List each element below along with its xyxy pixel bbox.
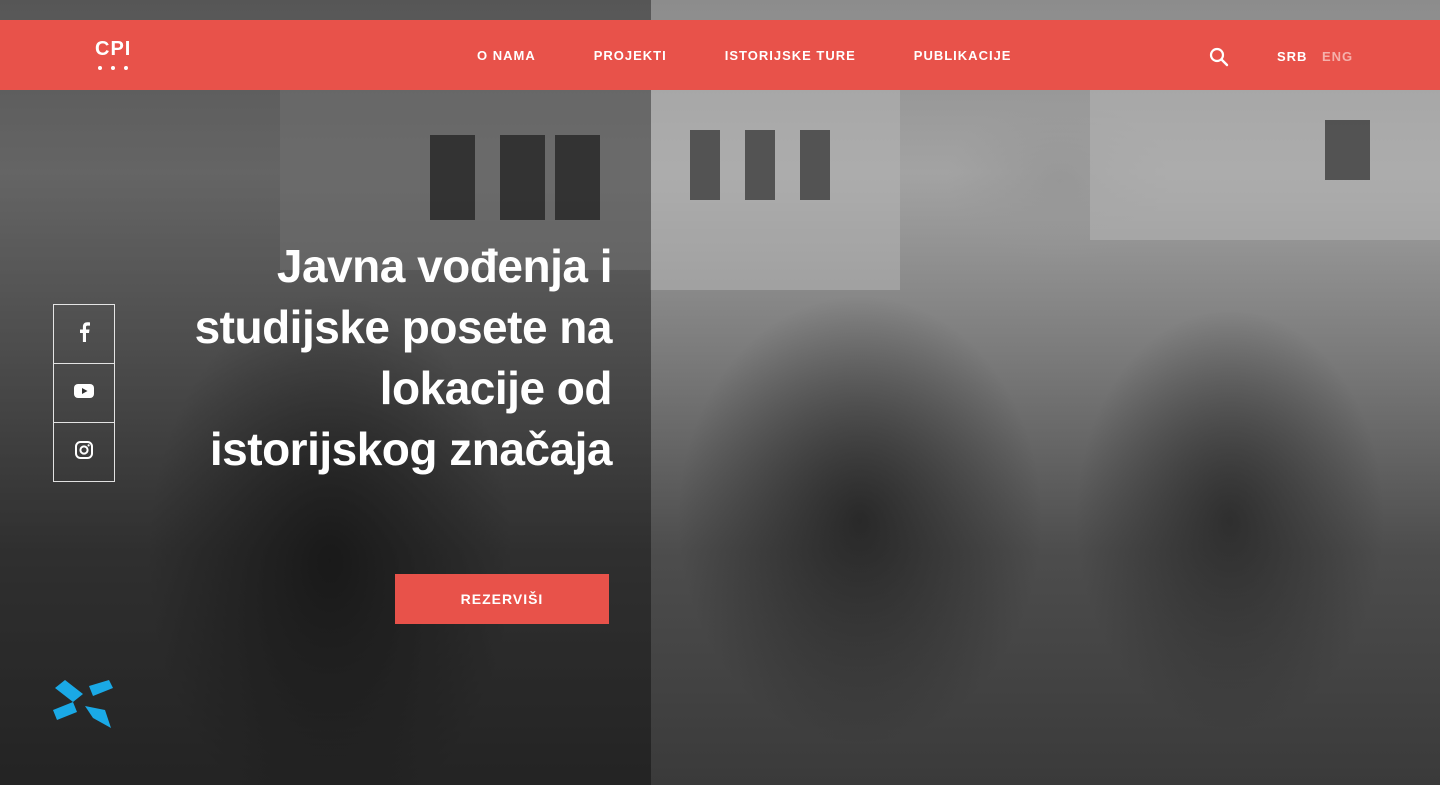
- nav-item-publikacije[interactable]: PUBLIKACIJE: [914, 48, 1012, 63]
- site-header: CPI O NAMA PROJEKTI ISTORIJSKE TURE PUBL…: [0, 20, 1440, 90]
- youtube-link[interactable]: [54, 363, 114, 422]
- nav-item-istorijske-ture[interactable]: ISTORIJSKE TURE: [725, 48, 856, 63]
- youtube-icon: [74, 383, 94, 403]
- logo-dots: [95, 66, 139, 70]
- hero-title: Javna vođenja i studijske posete na loka…: [194, 240, 613, 475]
- social-links: [53, 304, 115, 482]
- instagram-link[interactable]: [54, 422, 114, 481]
- search-icon[interactable]: [1209, 47, 1229, 67]
- facebook-link[interactable]: [54, 305, 114, 363]
- facebook-icon: [78, 321, 90, 347]
- language-srb[interactable]: SRB: [1277, 49, 1307, 64]
- site-logo[interactable]: CPI: [95, 39, 139, 79]
- brand-mark-icon: [53, 680, 113, 730]
- main-nav: O NAMA PROJEKTI ISTORIJSKE TURE PUBLIKAC…: [477, 20, 1069, 90]
- language-eng[interactable]: ENG: [1322, 49, 1353, 64]
- reserve-button[interactable]: REZERVIŠI: [395, 574, 609, 624]
- nav-item-projekti[interactable]: PROJEKTI: [594, 48, 667, 63]
- instagram-icon: [75, 440, 93, 464]
- logo-text: CPI: [95, 38, 132, 60]
- nav-item-o-nama[interactable]: O NAMA: [477, 48, 536, 63]
